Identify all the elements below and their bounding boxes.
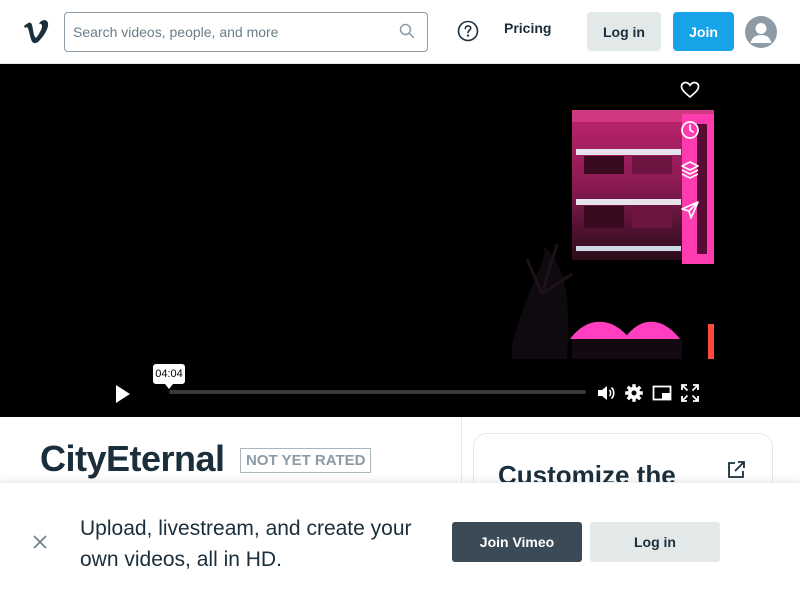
video-info: CityEternal NOT YET RATED — [0, 417, 462, 487]
fullscreen-icon[interactable] — [680, 383, 700, 403]
video-player[interactable]: 04:04 — [0, 64, 800, 417]
search-field[interactable] — [64, 12, 428, 52]
banner-message: Upload, livestream, and create your own … — [80, 517, 412, 571]
time-tooltip: 04:04 — [153, 364, 185, 389]
join-button[interactable]: Join — [673, 12, 734, 51]
play-icon[interactable] — [110, 382, 134, 406]
vimeo-logo-icon[interactable] — [22, 17, 50, 45]
top-nav: Pricing Log in Join — [0, 0, 800, 64]
avatar[interactable] — [745, 16, 777, 48]
rating-badge: NOT YET RATED — [240, 448, 372, 473]
like-button[interactable] — [676, 74, 704, 106]
external-link-icon[interactable] — [726, 460, 746, 480]
video-title: CityEternal — [40, 438, 225, 479]
watch-later-button[interactable] — [676, 114, 704, 146]
user-icon — [750, 23, 772, 43]
banner-login-button[interactable]: Log in — [590, 522, 720, 562]
search-input[interactable] — [73, 13, 383, 51]
volume-icon[interactable] — [596, 383, 616, 403]
share-button[interactable] — [676, 194, 704, 226]
close-icon[interactable] — [32, 534, 48, 550]
side-actions — [676, 74, 704, 234]
search-icon[interactable] — [399, 23, 415, 39]
pip-icon[interactable] — [652, 383, 672, 403]
heart-icon — [680, 81, 700, 99]
progress-bar[interactable] — [169, 390, 586, 394]
collections-button[interactable] — [676, 154, 704, 186]
signup-banner: Upload, livestream, and create your own … — [0, 482, 800, 600]
clock-icon — [681, 121, 699, 139]
send-icon — [681, 201, 699, 219]
settings-icon[interactable] — [624, 383, 644, 403]
login-button[interactable]: Log in — [587, 12, 661, 51]
pricing-link[interactable]: Pricing — [504, 20, 551, 36]
help-icon[interactable] — [457, 20, 479, 42]
join-vimeo-button[interactable]: Join Vimeo — [452, 522, 582, 562]
layers-icon — [681, 161, 699, 179]
